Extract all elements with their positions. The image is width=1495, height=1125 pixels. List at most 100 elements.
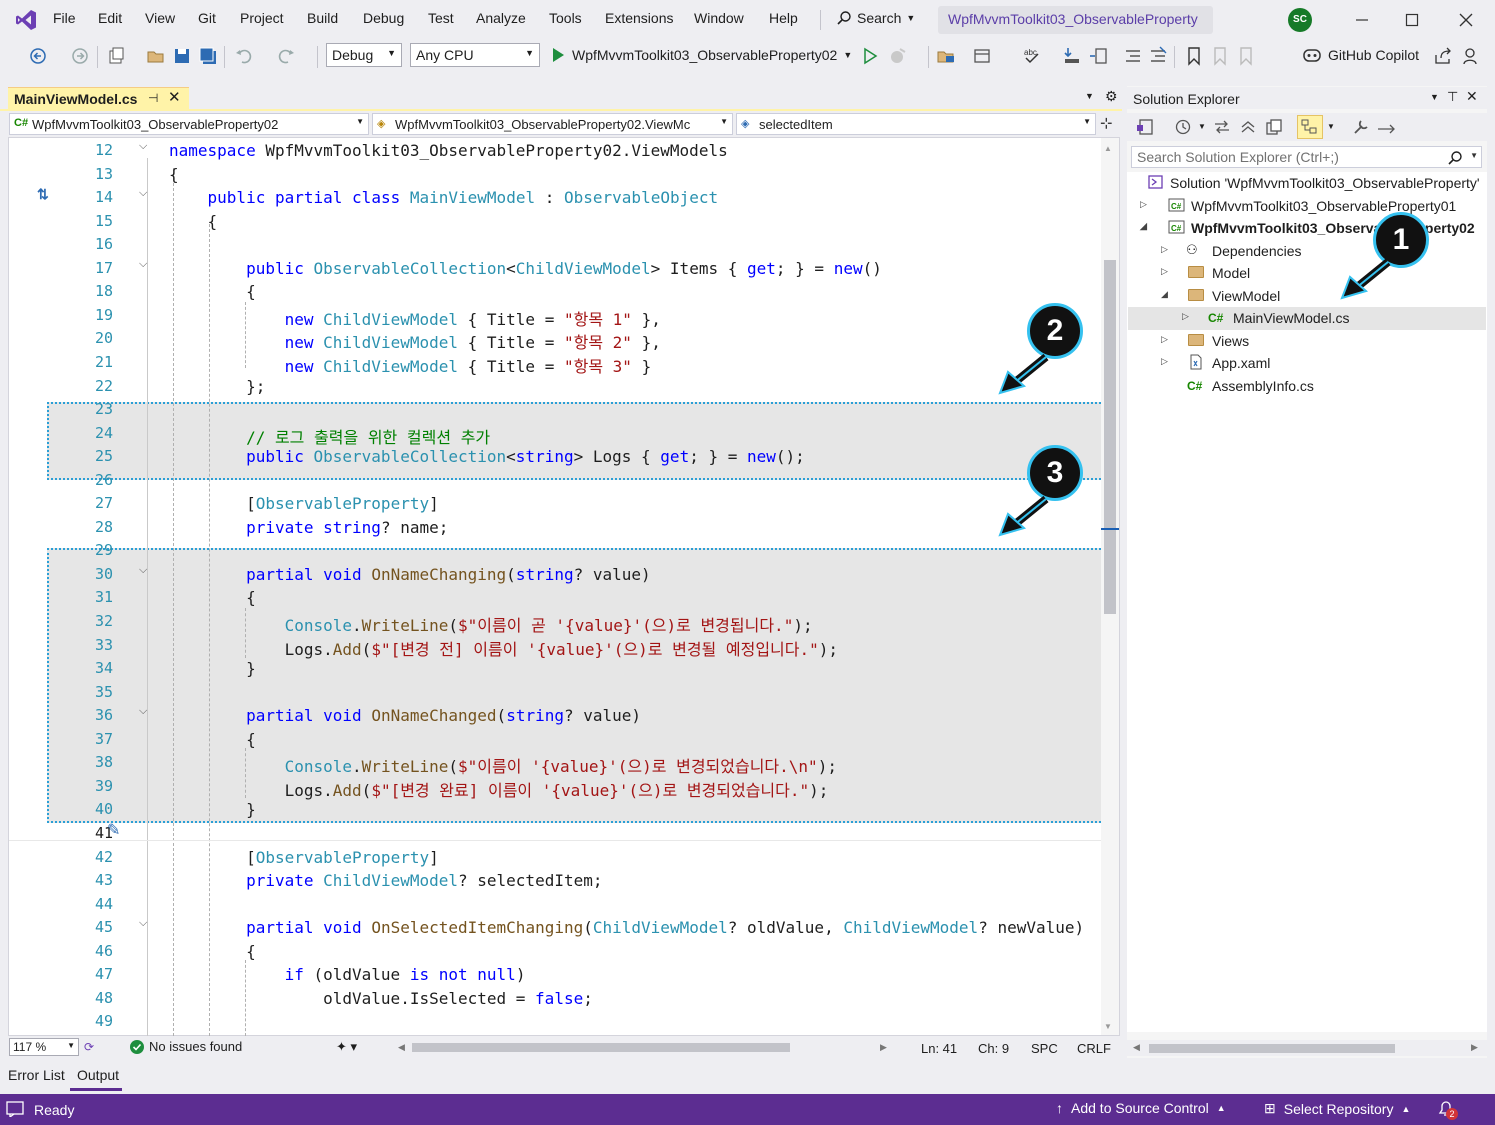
solution-explorer-hscroll[interactable]: ◀ ▶ (1127, 1040, 1487, 1056)
code-line[interactable]: 35 (9, 681, 1105, 705)
code-line[interactable]: 37 { (9, 728, 1105, 752)
start-without-debugging-icon[interactable] (860, 46, 880, 66)
type-nav-combo[interactable]: ◈ WpfMvvmToolkit03_ObservableProperty02.V… (372, 113, 733, 135)
code-line[interactable]: 45 ⌵ partial void OnSelectedItemChanging(… (9, 916, 1105, 940)
chevron-down-icon[interactable]: ▼ (1327, 122, 1335, 131)
step-into-icon[interactable] (1062, 46, 1082, 66)
expand-arrow-icon[interactable]: ▷ (1161, 244, 1168, 255)
scrollbar-thumb[interactable] (1149, 1044, 1395, 1053)
code-line[interactable]: 23 (9, 398, 1105, 422)
health-icon[interactable]: ⟳ (84, 1040, 94, 1054)
output-window-icon[interactable] (6, 1101, 24, 1117)
new-project-icon[interactable] (106, 46, 126, 66)
menu-tools[interactable]: Tools (549, 10, 582, 26)
code-line[interactable]: 25 public ObservableCollection<string> L… (9, 445, 1105, 469)
add-to-source-control-button[interactable]: ↑ Add to Source Control ▲ (1056, 1100, 1226, 1116)
code-line[interactable]: 48 oldValue.IsSelected = false; (9, 987, 1105, 1011)
menu-extensions[interactable]: Extensions (605, 10, 673, 26)
code-line[interactable]: 34 } (9, 657, 1105, 681)
fold-toggle-icon[interactable]: ⌵ (139, 705, 147, 718)
code-line[interactable]: 20 new ChildViewModel { Title = "항목 2" }… (9, 327, 1105, 352)
implements-glyph-icon[interactable]: ⇅ (37, 186, 49, 203)
menu-edit[interactable]: Edit (98, 10, 122, 26)
code-line[interactable]: 41 (9, 822, 1105, 846)
expand-arrow-icon[interactable]: ▷ (1161, 266, 1168, 277)
minimize-icon[interactable] (1350, 8, 1374, 32)
avatar[interactable]: SC (1288, 8, 1312, 32)
fold-toggle-icon[interactable]: ⌵ (139, 187, 147, 200)
quick-action-brush-icon[interactable]: ✎ (107, 820, 120, 840)
preview-icon[interactable] (1376, 117, 1396, 137)
code-line[interactable]: 38 Console.WriteLine($"이름이 '{value}'(으)로… (9, 751, 1105, 776)
expand-arrow-icon[interactable]: ▷ (1182, 311, 1189, 322)
sync-icon[interactable] (1212, 117, 1232, 137)
menu-analyze[interactable]: Analyze (476, 10, 526, 26)
tab-mainviewmodel[interactable]: MainViewModel.cs (8, 87, 189, 109)
copy-icon[interactable] (1264, 117, 1284, 137)
scroll-up-icon[interactable]: ▲ (1104, 144, 1112, 153)
fold-toggle-icon[interactable]: ⌵ (139, 564, 147, 577)
code-line[interactable]: 19 new ChildViewModel { Title = "항목 1" }… (9, 304, 1105, 329)
code-line[interactable]: 33 Logs.Add($"[변경 전] 이름이 '{value}'(으)로 변… (9, 634, 1105, 659)
fold-toggle-icon[interactable]: ⌵ (139, 917, 147, 930)
bookmark-icon[interactable] (1184, 46, 1204, 66)
menu-window[interactable]: Window (694, 10, 744, 26)
menu-test[interactable]: Test (428, 10, 454, 26)
window-layout-icon[interactable] (972, 46, 992, 66)
project-nav-combo[interactable]: C# WpfMvvmToolkit03_ObservableProperty02 ▼ (9, 113, 369, 135)
select-repository-button[interactable]: ⊞ Select Repository ▲ (1264, 1100, 1410, 1117)
menu-git[interactable]: Git (198, 10, 216, 26)
collapse-arrow-icon[interactable]: ◢ (1161, 289, 1168, 300)
code-line[interactable]: 30 ⌵ partial void OnNameChanging(string? … (9, 563, 1105, 587)
code-line[interactable]: 17 ⌵ public ObservableCollection<ChildVie… (9, 257, 1105, 281)
scroll-right-icon[interactable]: ▶ (1471, 1042, 1478, 1053)
tree-item-viewmodel[interactable]: ◢ ViewModel (1128, 285, 1486, 308)
navigate-back-icon[interactable] (28, 46, 48, 66)
open-folder-icon[interactable] (146, 46, 166, 66)
next-bookmark-icon[interactable] (1236, 46, 1256, 66)
code-line[interactable]: 22 }; (9, 375, 1105, 399)
tree-item-solution[interactable]: Solution 'WpfMvvmToolkit03_ObservablePro… (1128, 172, 1486, 195)
whitespace-indicator[interactable]: SPC (1031, 1041, 1058, 1056)
redo-icon[interactable] (276, 46, 296, 66)
show-all-files-toggle[interactable] (1297, 115, 1323, 139)
scroll-right-icon[interactable]: ▶ (880, 1042, 887, 1053)
settings-gear-icon[interactable]: ⚙ (1105, 88, 1118, 105)
panel-options-icon[interactable]: ▼ (1430, 92, 1439, 102)
code-editor[interactable]: 12 ⌵ namespace WpfMvvmToolkit03_Observable… (8, 137, 1120, 1038)
code-line[interactable]: 21 new ChildViewModel { Title = "항목 3" } (9, 351, 1105, 376)
code-line[interactable]: 47 if (oldValue is not null) (9, 963, 1105, 987)
code-line[interactable]: 46 { (9, 940, 1105, 964)
tree-item-mainviewmodel[interactable]: ▷ C# MainViewModel.cs (1128, 307, 1486, 330)
tree-item-project-01[interactable]: ▷ C# WpfMvvmToolkit03_ObservableProperty… (1128, 195, 1486, 218)
pin-icon[interactable]: ⊣ (148, 91, 158, 105)
code-line[interactable]: 24 // 로그 출력을 위한 컬렉션 추가 (9, 422, 1105, 447)
collapse-arrow-icon[interactable]: ◢ (1140, 221, 1147, 232)
save-all-icon[interactable] (198, 46, 218, 66)
tree-item-views[interactable]: ▷ Views (1128, 330, 1486, 353)
editor-vertical-scrollbar[interactable]: ▲ ▼ (1101, 138, 1119, 1035)
code-cleanup-icon[interactable]: ✦ ▾ (336, 1039, 357, 1055)
search-button[interactable]: Search ▼ (836, 10, 915, 26)
solution-explorer-search[interactable]: Search Solution Explorer (Ctrl+;) ▼ (1131, 146, 1482, 168)
github-copilot-button[interactable]: GitHub Copilot (1302, 46, 1419, 64)
code-line[interactable]: 15 { (9, 210, 1105, 234)
uncomment-icon[interactable] (1148, 46, 1168, 66)
scrollbar-thumb[interactable] (1104, 260, 1116, 614)
previous-bookmark-icon[interactable] (1210, 46, 1230, 66)
line-ending-indicator[interactable]: CRLF (1077, 1041, 1111, 1056)
code-line[interactable]: 13 { (9, 163, 1105, 187)
horizontal-scrollbar-thumb[interactable] (412, 1043, 790, 1052)
configuration-combo[interactable]: Debug ▼ (326, 43, 402, 67)
column-indicator[interactable]: Ch: 9 (978, 1041, 1009, 1056)
notifications-bell-icon[interactable]: 2 (1436, 1099, 1458, 1120)
properties-wrench-icon[interactable] (1351, 117, 1371, 137)
feedback-icon[interactable] (1462, 46, 1482, 66)
start-debugging-button[interactable]: WpfMvvmToolkit03_ObservableProperty02 ▼ (550, 46, 852, 64)
code-line[interactable]: 43 private ChildViewModel? selectedItem; (9, 869, 1105, 893)
close-icon[interactable] (1454, 8, 1478, 32)
code-line[interactable]: 18 { (9, 280, 1105, 304)
menu-help[interactable]: Help (769, 10, 798, 26)
code-line[interactable]: 31 { (9, 586, 1105, 610)
menu-view[interactable]: View (145, 10, 175, 26)
